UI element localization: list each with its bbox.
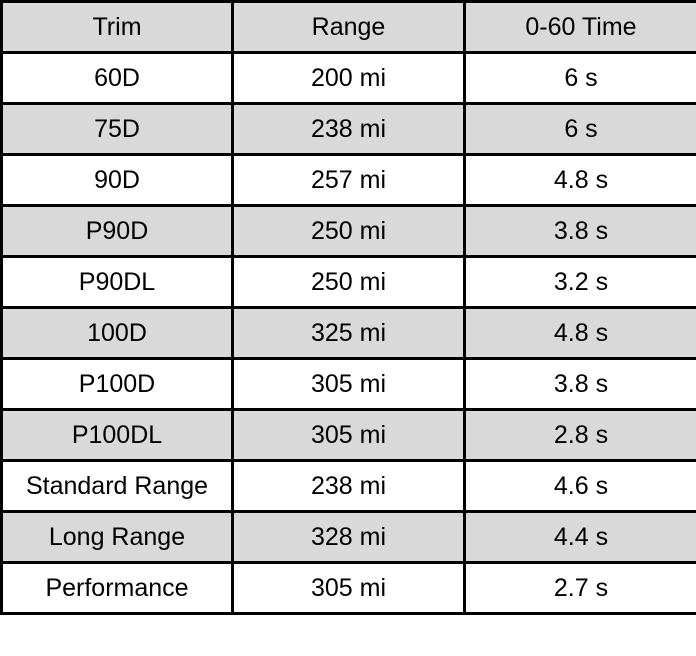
table-row: 90D 257 mi 4.8 s xyxy=(0,153,696,207)
table-row: P100D 305 mi 3.8 s xyxy=(0,357,696,411)
table-header-row: Trim Range 0-60 Time xyxy=(0,0,696,54)
range-cell: 257 mi xyxy=(231,153,466,207)
zero-to-sixty-cell: 3.8 s xyxy=(463,357,696,411)
range-cell: 200 mi xyxy=(231,51,466,105)
trim-cell: P90DL xyxy=(0,255,234,309)
range-cell: 305 mi xyxy=(231,357,466,411)
range-cell: 325 mi xyxy=(231,306,466,360)
trim-cell: 60D xyxy=(0,51,234,105)
trim-cell: Performance xyxy=(0,561,234,615)
zero-to-sixty-cell: 4.8 s xyxy=(463,306,696,360)
zero-to-sixty-cell: 4.4 s xyxy=(463,510,696,564)
table-row: Long Range 328 mi 4.4 s xyxy=(0,510,696,564)
table-row: Standard Range 238 mi 4.6 s xyxy=(0,459,696,513)
range-cell: 328 mi xyxy=(231,510,466,564)
trim-cell: Long Range xyxy=(0,510,234,564)
trim-cell: 75D xyxy=(0,102,234,156)
zero-to-sixty-cell: 3.8 s xyxy=(463,204,696,258)
range-cell: 238 mi xyxy=(231,459,466,513)
table-row: P100DL 305 mi 2.8 s xyxy=(0,408,696,462)
range-cell: 305 mi xyxy=(231,561,466,615)
table-row: 60D 200 mi 6 s xyxy=(0,51,696,105)
trim-cell: 90D xyxy=(0,153,234,207)
zero-to-sixty-cell: 4.8 s xyxy=(463,153,696,207)
column-header-zero-to-sixty: 0-60 Time xyxy=(463,0,696,54)
trim-cell: 100D xyxy=(0,306,234,360)
trim-cell: Standard Range xyxy=(0,459,234,513)
range-cell: 250 mi xyxy=(231,255,466,309)
trim-spec-table: Trim Range 0-60 Time 60D 200 mi 6 s 75D … xyxy=(0,0,696,615)
zero-to-sixty-cell: 2.7 s xyxy=(463,561,696,615)
range-cell: 305 mi xyxy=(231,408,466,462)
table-row: Performance 305 mi 2.7 s xyxy=(0,561,696,615)
column-header-range: Range xyxy=(231,0,466,54)
trim-cell: P100D xyxy=(0,357,234,411)
zero-to-sixty-cell: 3.2 s xyxy=(463,255,696,309)
table-row: P90DL 250 mi 3.2 s xyxy=(0,255,696,309)
zero-to-sixty-cell: 6 s xyxy=(463,102,696,156)
zero-to-sixty-cell: 2.8 s xyxy=(463,408,696,462)
table-row: 100D 325 mi 4.8 s xyxy=(0,306,696,360)
range-cell: 238 mi xyxy=(231,102,466,156)
table-row: 75D 238 mi 6 s xyxy=(0,102,696,156)
trim-cell: P90D xyxy=(0,204,234,258)
table-row: P90D 250 mi 3.8 s xyxy=(0,204,696,258)
column-header-trim: Trim xyxy=(0,0,234,54)
zero-to-sixty-cell: 4.6 s xyxy=(463,459,696,513)
zero-to-sixty-cell: 6 s xyxy=(463,51,696,105)
trim-cell: P100DL xyxy=(0,408,234,462)
range-cell: 250 mi xyxy=(231,204,466,258)
